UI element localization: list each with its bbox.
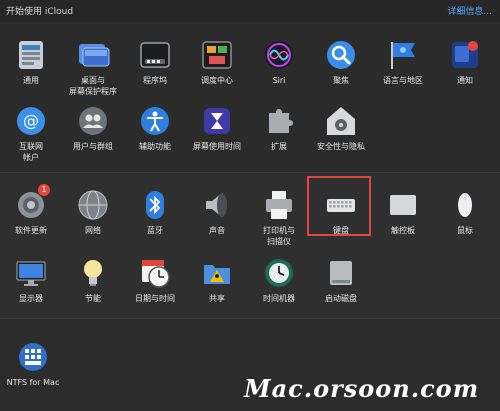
internet-accounts-icon: @ xyxy=(14,104,48,138)
pane-users-groups[interactable]: 用户与群组 xyxy=(62,104,124,152)
pane-label: 蓝牙 xyxy=(147,226,163,235)
accessibility-icon xyxy=(138,104,172,138)
pane-label: 鼠标 xyxy=(457,226,473,235)
pane-startup-disk[interactable]: 启动磁盘 xyxy=(310,256,372,304)
pane-spotlight[interactable]: 聚焦 xyxy=(310,38,372,86)
dock-icon xyxy=(138,38,172,72)
pane-siri[interactable]: Siri xyxy=(248,38,310,86)
security-privacy-icon xyxy=(324,104,358,138)
extensions-icon xyxy=(262,104,296,138)
update-badge: 1 xyxy=(38,184,50,196)
svg-text:@: @ xyxy=(23,111,39,130)
pane-label: 共享 xyxy=(209,294,225,303)
language-region-icon xyxy=(386,38,420,72)
startup-disk-icon xyxy=(324,256,358,290)
pane-label: 日期与时间 xyxy=(135,294,175,303)
pane-label: 桌面与 屏幕保护程序 xyxy=(69,76,117,96)
siri-icon xyxy=(262,38,296,72)
pane-sound[interactable]: 声音 xyxy=(186,188,248,236)
pane-trackpad[interactable]: 触控板 xyxy=(372,188,434,236)
sharing-icon xyxy=(200,256,234,290)
pane-general[interactable]: 通用 xyxy=(0,38,62,86)
software-update-icon: 1 xyxy=(14,184,50,222)
pane-label: 触控板 xyxy=(391,226,415,235)
pane-network[interactable]: 网络 xyxy=(62,188,124,236)
pane-label: 打印机与 扫描仪 xyxy=(263,226,295,246)
pane-label: NTFS for Mac xyxy=(6,378,60,387)
pane-label: 网络 xyxy=(85,226,101,235)
pane-extensions[interactable]: 扩展 xyxy=(248,104,310,152)
watermark-text: Mac.orsoon.com xyxy=(244,374,480,403)
pane-label: 聚焦 xyxy=(333,76,349,85)
pane-screen-time[interactable]: 屏幕使用时间 xyxy=(186,104,248,152)
date-time-icon xyxy=(138,256,172,290)
pane-time-machine[interactable]: 时间机器 xyxy=(248,256,310,304)
pane-label: 用户与群组 xyxy=(73,142,113,151)
pane-label: 辅助功能 xyxy=(139,142,171,151)
mission-control-icon xyxy=(200,38,234,72)
network-icon xyxy=(76,188,110,222)
pane-mission-control[interactable]: 调度中心 xyxy=(186,38,248,86)
pane-label: 通用 xyxy=(23,76,39,85)
pane-language-region[interactable]: 语言与地区 xyxy=(372,38,434,86)
pane-energy-saver[interactable]: 节能 xyxy=(62,256,124,304)
keyboard-highlight-box xyxy=(307,176,371,236)
pane-software-update[interactable]: 1 软件更新 xyxy=(0,184,62,236)
pane-mouse[interactable]: 鼠标 xyxy=(434,188,496,236)
bluetooth-icon xyxy=(138,188,172,222)
pane-accessibility[interactable]: 辅助功能 xyxy=(124,104,186,152)
icloud-banner-title: 开始使用 iCloud xyxy=(6,7,74,17)
pane-printers-scanners[interactable]: 打印机与 扫描仪 xyxy=(248,188,310,247)
pane-label: 显示器 xyxy=(19,294,43,303)
desktop-screensaver-icon xyxy=(76,38,110,72)
time-machine-icon xyxy=(262,256,296,290)
pane-security-privacy[interactable]: 安全性与隐私 xyxy=(310,104,372,152)
pane-notifications[interactable]: 通知 xyxy=(434,38,496,86)
pane-label: 扩展 xyxy=(271,142,287,151)
ntfs-for-mac-icon xyxy=(16,340,50,374)
pane-internet-accounts[interactable]: @ 互联网 帐户 xyxy=(0,104,62,163)
spotlight-icon xyxy=(324,38,358,72)
pane-label: Siri xyxy=(272,76,286,85)
pane-bluetooth[interactable]: 蓝牙 xyxy=(124,188,186,236)
printers-scanners-icon xyxy=(262,188,296,222)
details-link[interactable]: 详细信息... xyxy=(447,4,492,17)
pane-label: 互联网 帐户 xyxy=(19,142,43,162)
pane-label: 启动磁盘 xyxy=(325,294,357,303)
pane-label: 时间机器 xyxy=(263,294,295,303)
pane-label: 调度中心 xyxy=(201,76,233,85)
energy-saver-icon xyxy=(76,256,110,290)
pane-displays[interactable]: 显示器 xyxy=(0,256,62,304)
pane-label: 程序坞 xyxy=(143,76,167,85)
pane-label: 屏幕使用时间 xyxy=(193,142,241,151)
pane-label: 安全性与隐私 xyxy=(317,142,365,151)
notifications-icon xyxy=(448,38,482,72)
pane-label: 语言与地区 xyxy=(383,76,423,85)
pane-label: 声音 xyxy=(209,226,225,235)
pane-date-time[interactable]: 日期与时间 xyxy=(124,256,186,304)
displays-icon xyxy=(14,256,48,290)
users-groups-icon xyxy=(76,104,110,138)
sound-icon xyxy=(200,188,234,222)
pane-label: 通知 xyxy=(457,76,473,85)
screen-time-icon xyxy=(200,104,234,138)
pane-ntfs-for-mac[interactable]: NTFS for Mac xyxy=(2,340,64,388)
pane-label: 软件更新 xyxy=(15,226,47,235)
pane-label: 节能 xyxy=(85,294,101,303)
mouse-icon xyxy=(448,188,482,222)
pane-desktop-screensaver[interactable]: 桌面与 屏幕保护程序 xyxy=(62,38,124,97)
trackpad-icon xyxy=(386,188,420,222)
pane-sharing[interactable]: 共享 xyxy=(186,256,248,304)
top-bar: 开始使用 iCloud 详细信息... xyxy=(0,0,500,22)
general-icon xyxy=(14,38,48,72)
pane-dock[interactable]: 程序坞 xyxy=(124,38,186,86)
